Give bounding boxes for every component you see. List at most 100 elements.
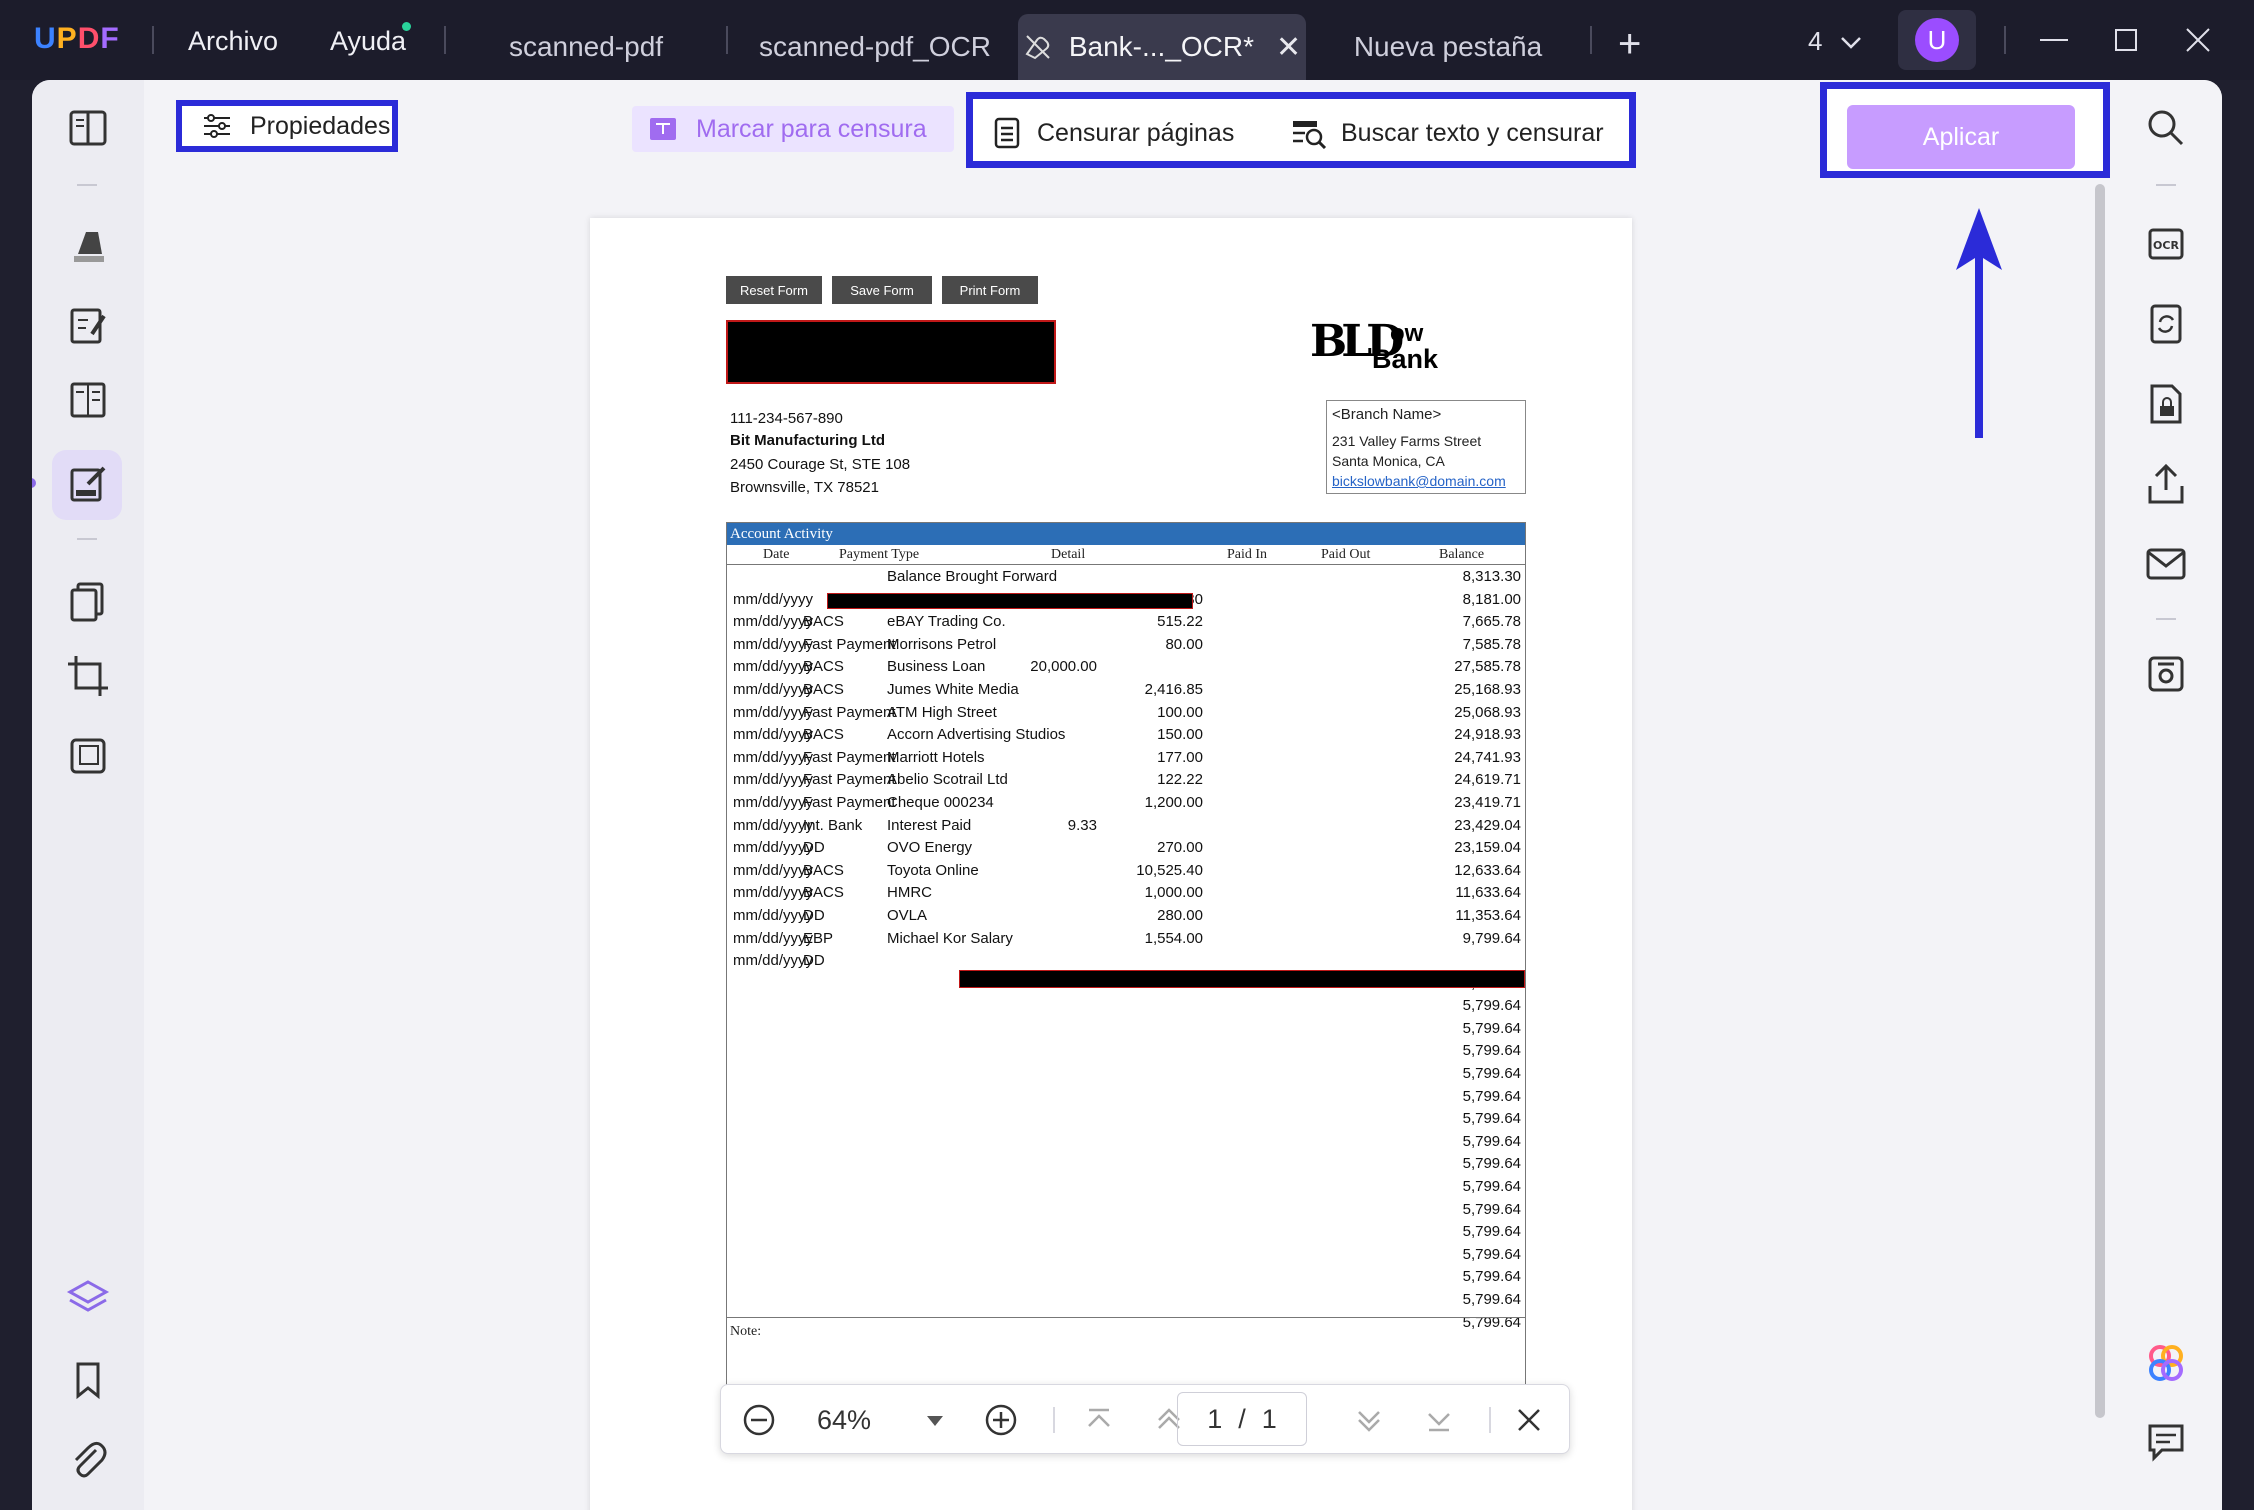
- zoom-out-icon[interactable]: [741, 1402, 777, 1438]
- save-form-button[interactable]: Save Form: [832, 276, 932, 304]
- table-row: mm/dd/yyyy BACS Jumes White Media 2,416.85 2…: [727, 678, 1525, 701]
- maximize-icon[interactable]: [2108, 22, 2144, 58]
- reset-form-button[interactable]: Reset Form: [726, 276, 822, 304]
- first-page-icon[interactable]: [1081, 1402, 1117, 1438]
- note-area[interactable]: Note:: [727, 1317, 1525, 1385]
- zoom-level[interactable]: 64%: [817, 1405, 871, 1436]
- ai-assistant-icon[interactable]: [2144, 1342, 2188, 1386]
- watermark-icon[interactable]: [66, 734, 110, 778]
- new-tab-plus-icon[interactable]: +: [1618, 22, 1641, 67]
- cell-bal: 12,633.64: [1454, 861, 1521, 879]
- cell-type: BACS: [803, 613, 844, 631]
- zoom-dropdown-icon[interactable]: [917, 1402, 953, 1438]
- tab-nueva-pestana[interactable]: Nueva pestaña: [1310, 14, 1586, 80]
- window-count-value: 4: [1808, 26, 1823, 56]
- cell-date: mm/dd/yyyy: [733, 726, 814, 744]
- share-icon[interactable]: [2144, 462, 2188, 506]
- search-icon[interactable]: [2144, 106, 2188, 150]
- branch-email-link[interactable]: bickslowbank@domain.com: [1332, 471, 1520, 491]
- mark-redaction-button[interactable]: Marcar para censura: [632, 106, 954, 152]
- menu-archivo[interactable]: Archivo: [188, 26, 278, 57]
- cell-date: mm/dd/yyyy: [733, 839, 814, 857]
- attachment-icon[interactable]: [66, 1438, 110, 1482]
- apply-highlight-box: Aplicar: [1820, 82, 2110, 178]
- cell-in: 9.33: [1067, 816, 1097, 834]
- vertical-scrollbar[interactable]: [2095, 184, 2105, 1418]
- table-row: mm/dd/yyyy DD OVO Energy 270.00 23,159.04: [727, 836, 1525, 859]
- form-icon[interactable]: [66, 378, 110, 422]
- redaction-box[interactable]: [959, 970, 1525, 988]
- cell-type: Fast Payment: [803, 703, 896, 721]
- comment-icon[interactable]: [2144, 1420, 2188, 1464]
- tab-scanned-pdf-ocr[interactable]: scanned-pdf_OCR: [730, 14, 1020, 80]
- cell-bal: 24,741.93: [1454, 748, 1521, 766]
- last-page-icon[interactable]: [1421, 1402, 1457, 1438]
- cell-bal: 24,619.71: [1454, 771, 1521, 789]
- cell-bal: 5,799.64: [1462, 1268, 1521, 1286]
- highlighter-icon[interactable]: [66, 224, 110, 268]
- table-row: 5,799.64: [727, 1198, 1525, 1221]
- reader-icon[interactable]: [66, 106, 110, 150]
- ocr-icon[interactable]: OCR: [2144, 222, 2188, 266]
- cell-type: DD: [803, 839, 825, 857]
- cell-bal: 5,799.64: [1462, 1291, 1521, 1308]
- redaction-box[interactable]: [827, 593, 1193, 609]
- cell-detail: OVLA: [887, 906, 928, 924]
- redact-tool-icon[interactable]: [66, 462, 110, 506]
- email-icon[interactable]: [2144, 542, 2188, 586]
- col-detail: Detail: [1051, 547, 1086, 562]
- window-count[interactable]: 4: [1808, 26, 1862, 57]
- title-separator: [444, 26, 446, 54]
- col-payment-type: Payment Type: [839, 547, 920, 562]
- organize-pages-icon[interactable]: [66, 580, 110, 624]
- title-bar: UPDF Archivo Ayuda scanned-pdf scanned-p…: [0, 0, 2254, 80]
- cell-detail: OVO Energy: [887, 839, 973, 857]
- crop-icon[interactable]: [66, 654, 110, 698]
- cell-out: 270.00: [1157, 839, 1203, 857]
- close-window-icon[interactable]: [2180, 22, 2216, 58]
- cell-in: 20,000.00: [1030, 658, 1097, 676]
- close-zoombar-icon[interactable]: [1511, 1402, 1547, 1438]
- cell-detail: Cheque 000234: [887, 793, 994, 811]
- redact-pages-button[interactable]: Censurar páginas: [993, 117, 1234, 149]
- cell-detail: Business Loan: [887, 658, 986, 676]
- total-pages: 1: [1261, 1403, 1277, 1434]
- cell-bal: 5,799.64: [1462, 1200, 1521, 1218]
- close-tab-icon[interactable]: ✕: [1276, 30, 1301, 65]
- cell-bal: 8,181.00: [1462, 590, 1521, 608]
- layers-icon[interactable]: [66, 1276, 110, 1320]
- cell-out: 1,554.00: [1144, 929, 1203, 947]
- cell-bal: 24,918.93: [1454, 726, 1521, 744]
- print-form-button[interactable]: Print Form: [942, 276, 1038, 304]
- left-toolbar: [32, 80, 144, 1510]
- table-row: Balance Brought Forward 8,313.30: [727, 565, 1525, 588]
- page-number-input[interactable]: 1 / 1: [1177, 1392, 1307, 1446]
- save-icon[interactable]: [2144, 652, 2188, 696]
- redaction-box[interactable]: [726, 320, 1056, 384]
- menu-ayuda[interactable]: Ayuda: [330, 26, 406, 57]
- tab-bank-ocr[interactable]: Bank-..._OCR* ✕: [1018, 14, 1306, 80]
- tab-label: scanned-pdf: [508, 31, 664, 62]
- cell-out: 1,000.00: [1144, 884, 1203, 902]
- edit-pdf-icon[interactable]: [66, 304, 110, 348]
- note-label: Note:: [730, 1324, 762, 1339]
- user-avatar[interactable]: U: [1915, 18, 1959, 62]
- table-body: Balance Brought Forward 8,313.30 mm/dd/yyy…: [727, 565, 1525, 1333]
- cell-detail: Morrisons Petrol: [887, 635, 997, 653]
- cell-out: 2,416.85: [1144, 680, 1203, 698]
- title-separator: [152, 26, 154, 54]
- protect-icon[interactable]: [2144, 382, 2188, 426]
- bookmark-icon[interactable]: [66, 1358, 110, 1402]
- cell-bal: 23,159.04: [1454, 839, 1521, 857]
- search-redact-button[interactable]: Buscar texto y censurar: [1291, 117, 1604, 149]
- main-area: Propiedades Marcar para censura Censurar…: [32, 80, 2222, 1510]
- tab-scanned-pdf[interactable]: scanned-pdf: [448, 14, 724, 80]
- table-row: mm/dd/yyyy BACS HMRC 1,000.00 11,633.64: [727, 881, 1525, 904]
- apply-button[interactable]: Aplicar: [1847, 105, 2075, 169]
- next-page-icon[interactable]: [1351, 1402, 1387, 1438]
- convert-icon[interactable]: [2144, 302, 2188, 346]
- zoom-in-icon[interactable]: [983, 1402, 1019, 1438]
- minimize-icon[interactable]: [2036, 22, 2072, 58]
- properties-button[interactable]: Propiedades: [176, 100, 398, 152]
- cell-bal: 5,799.64: [1462, 1065, 1521, 1083]
